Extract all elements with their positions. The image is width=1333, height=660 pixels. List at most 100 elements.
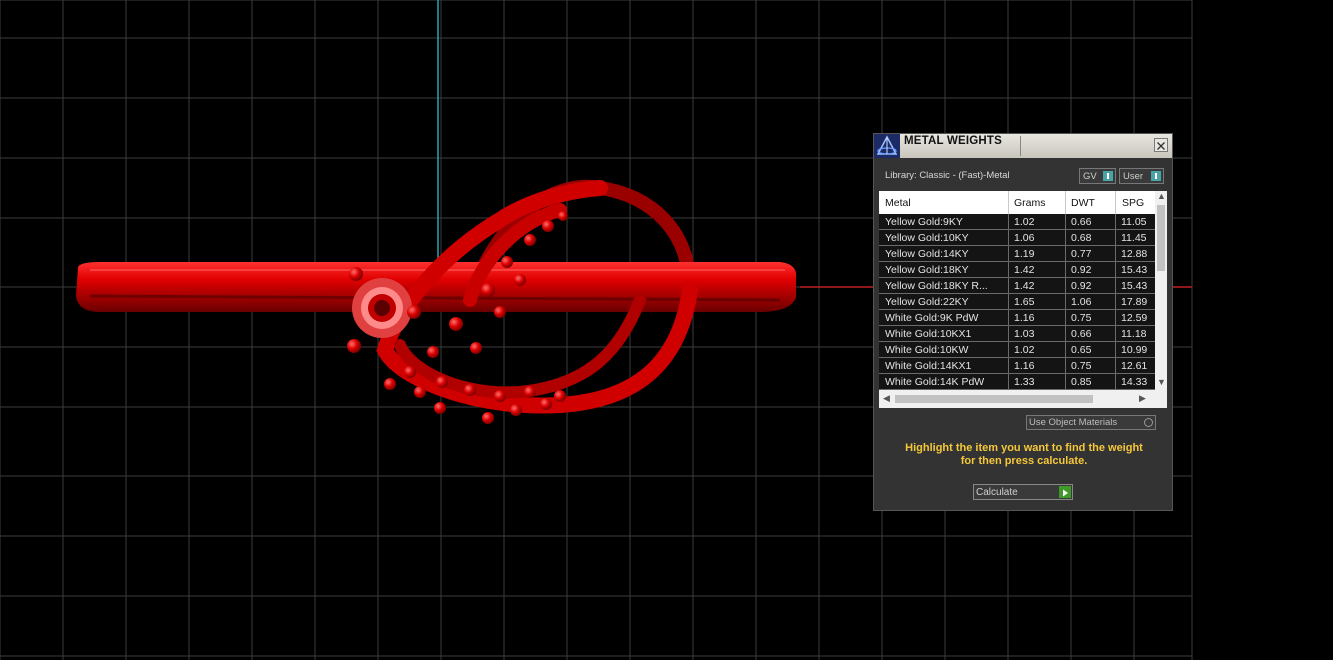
table-cell: Yellow Gold:9KY: [885, 216, 963, 228]
table-cell: White Gold:14KX1: [885, 360, 972, 372]
cell-divider: [1115, 262, 1116, 278]
table-row[interactable]: Yellow Gold:14KY 1.19 0.77 12.88: [879, 246, 1155, 262]
column-header-metal[interactable]: Metal: [885, 197, 911, 209]
table-cell: 1.16: [1014, 360, 1035, 372]
column-header-spg[interactable]: SPG: [1122, 197, 1144, 209]
table-cell: 15.43: [1121, 264, 1148, 276]
column-divider[interactable]: [1008, 191, 1009, 214]
cell-divider: [1115, 294, 1116, 310]
table-cell: Yellow Gold:14KY: [885, 248, 969, 260]
cell-divider: [1008, 246, 1009, 262]
table-row[interactable]: White Gold:10KW 1.02 0.65 10.99: [879, 342, 1155, 358]
calculate-button[interactable]: Calculate: [973, 484, 1073, 500]
table-cell: 10.99: [1121, 344, 1148, 356]
table-cell: 11.05: [1121, 216, 1147, 228]
column-header-dwt[interactable]: DWT: [1071, 197, 1095, 209]
table-row[interactable]: Yellow Gold:10KY 1.06 0.68 11.45: [879, 230, 1155, 246]
scroll-thumb[interactable]: [895, 395, 1093, 403]
instruction-line-2: for then press calculate.: [960, 455, 1088, 467]
table-header: Metal Grams DWT SPG: [879, 191, 1155, 214]
table-cell: Yellow Gold:18KY R...: [885, 280, 988, 292]
table-row[interactable]: Yellow Gold:18KY R... 1.42 0.92 15.43: [879, 278, 1155, 294]
cell-divider: [1008, 214, 1009, 230]
library-label: Library: Classic - (Fast)-Metal: [885, 170, 1010, 181]
table-cell: 0.75: [1071, 360, 1092, 372]
table-cell: 0.92: [1071, 280, 1092, 292]
table-cell: White Gold:10KX1: [885, 328, 972, 340]
table-body: Yellow Gold:9KY 1.02 0.66 11.05 Yellow Gold:…: [879, 214, 1155, 390]
table-cell: 11.18: [1121, 328, 1147, 340]
scroll-down-icon[interactable]: ▼: [1157, 377, 1166, 387]
table-cell: 14.33: [1121, 376, 1148, 388]
calculate-label: Calculate: [976, 487, 1018, 498]
close-button[interactable]: [1154, 138, 1168, 152]
table-cell: 0.75: [1071, 312, 1092, 324]
table-cell: 1.02: [1014, 216, 1035, 228]
table-cell: White Gold:14K PdW: [885, 376, 985, 388]
vertical-scrollbar[interactable]: ▲ ▼: [1155, 191, 1167, 390]
cell-divider: [1065, 310, 1066, 326]
table-cell: 0.92: [1071, 264, 1092, 276]
cell-divider: [1008, 374, 1009, 390]
title-separator: [1020, 136, 1021, 156]
instruction-text: Highlight the item you want to find the …: [884, 442, 1164, 468]
table-cell: 1.42: [1014, 280, 1035, 292]
table-cell: 1.19: [1014, 248, 1035, 260]
table-row[interactable]: Yellow Gold:22KY 1.65 1.06 17.89: [879, 294, 1155, 310]
cell-divider: [1008, 230, 1009, 246]
metal-weights-dialog: METAL WEIGHTS Library: Classic - (Fast)-…: [873, 133, 1173, 511]
table-cell: White Gold:9K PdW: [885, 312, 979, 324]
cell-divider: [1008, 278, 1009, 294]
cell-divider: [1115, 246, 1116, 262]
cell-divider: [1065, 230, 1066, 246]
scroll-thumb[interactable]: [1157, 205, 1165, 271]
cell-divider: [1008, 310, 1009, 326]
ring-model[interactable]: [76, 179, 797, 424]
gv-library-button[interactable]: GV: [1079, 168, 1116, 184]
table-row[interactable]: White Gold:14K PdW 1.33 0.85 14.33: [879, 374, 1155, 390]
use-object-materials-toggle[interactable]: Use Object Materials: [1026, 415, 1156, 430]
table-row[interactable]: Yellow Gold:18KY 1.42 0.92 15.43: [879, 262, 1155, 278]
cell-divider: [1065, 246, 1066, 262]
table-cell: 12.59: [1121, 312, 1148, 324]
column-header-grams[interactable]: Grams: [1014, 197, 1046, 209]
dialog-titlebar[interactable]: METAL WEIGHTS: [874, 134, 1172, 158]
table-cell: 0.66: [1071, 216, 1092, 228]
table-cell: Yellow Gold:22KY: [885, 296, 969, 308]
matrix-logo-icon: [874, 134, 900, 158]
cell-divider: [1065, 278, 1066, 294]
table-row[interactable]: Yellow Gold:9KY 1.02 0.66 11.05: [879, 214, 1155, 230]
cell-divider: [1008, 294, 1009, 310]
cell-divider: [1008, 342, 1009, 358]
table-cell: 0.65: [1071, 344, 1092, 356]
table-cell: 1.65: [1014, 296, 1035, 308]
cell-divider: [1008, 262, 1009, 278]
table-row[interactable]: White Gold:14KX1 1.16 0.75 12.61: [879, 358, 1155, 374]
cell-divider: [1115, 278, 1116, 294]
cell-divider: [1065, 326, 1066, 342]
user-library-button[interactable]: User: [1119, 168, 1164, 184]
column-divider[interactable]: [1065, 191, 1066, 214]
cell-divider: [1065, 374, 1066, 390]
table-row[interactable]: White Gold:9K PdW 1.16 0.75 12.59: [879, 310, 1155, 326]
cell-divider: [1115, 374, 1116, 390]
table-cell: 12.88: [1121, 248, 1148, 260]
cell-divider: [1065, 262, 1066, 278]
table-cell: 0.68: [1071, 232, 1092, 244]
horizontal-scrollbar[interactable]: ◀ ▶: [879, 390, 1167, 408]
scroll-up-icon[interactable]: ▲: [1157, 191, 1166, 201]
use-object-materials-label: Use Object Materials: [1029, 417, 1118, 428]
table-cell: 17.89: [1121, 296, 1148, 308]
table-cell: 11.45: [1121, 232, 1147, 244]
column-divider[interactable]: [1115, 191, 1116, 214]
table-cell: 1.42: [1014, 264, 1035, 276]
table-cell: 0.77: [1071, 248, 1092, 260]
table-row[interactable]: White Gold:10KX1 1.03 0.66 11.18: [879, 326, 1155, 342]
cell-divider: [1115, 326, 1116, 342]
table-cell: 1.03: [1014, 328, 1035, 340]
table-cell: 15.43: [1121, 280, 1148, 292]
scroll-right-icon[interactable]: ▶: [1139, 393, 1146, 404]
play-arrow-icon: [1059, 486, 1071, 498]
scroll-left-icon[interactable]: ◀: [883, 393, 890, 404]
dialog-title: METAL WEIGHTS: [904, 135, 1003, 147]
